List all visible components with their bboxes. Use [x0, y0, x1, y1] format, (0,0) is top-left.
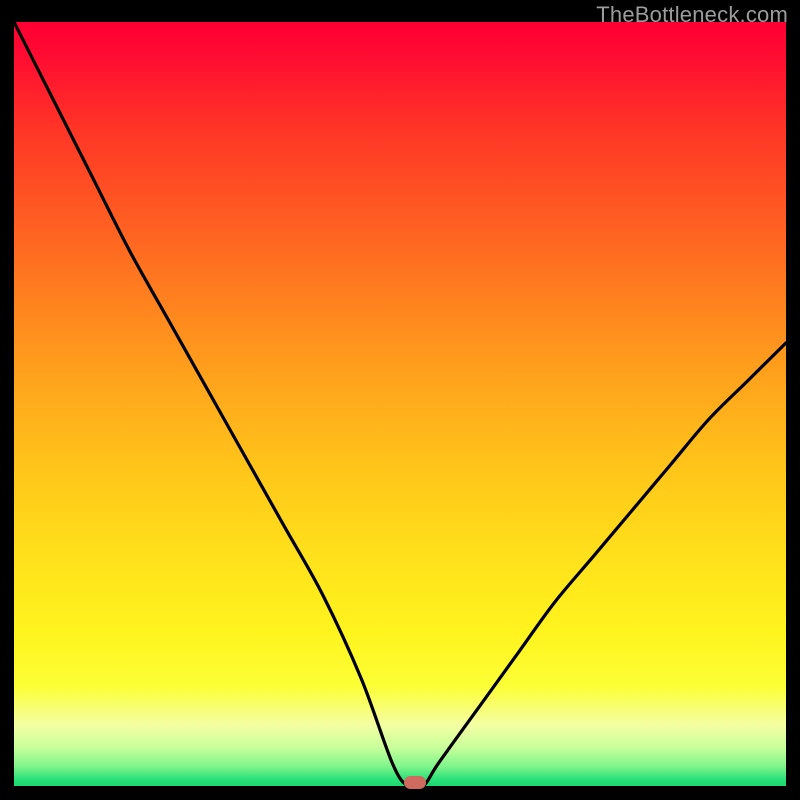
min-point-marker	[404, 776, 426, 789]
bottleneck-curve	[14, 22, 786, 786]
watermark-text: TheBottleneck.com	[596, 2, 788, 28]
curve-path	[14, 22, 786, 789]
plot-area	[14, 22, 786, 786]
chart-frame: TheBottleneck.com	[0, 0, 800, 800]
